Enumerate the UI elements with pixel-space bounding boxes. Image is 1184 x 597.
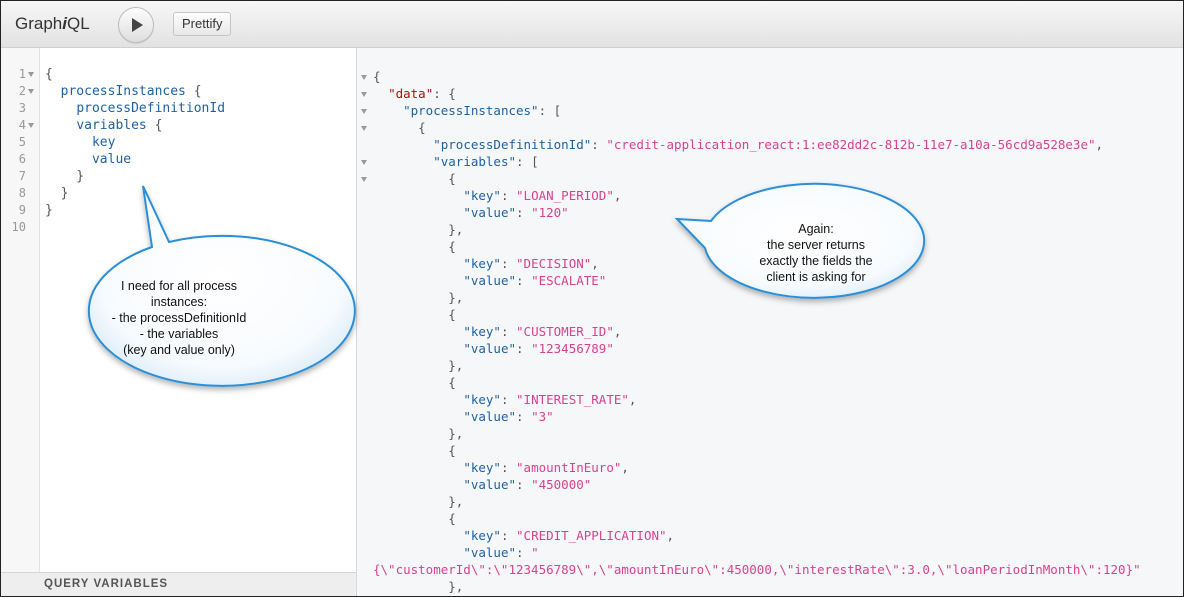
left-callout-text: I need for all process instances: - the …	[111, 279, 247, 357]
graphiql-window: GraphiQL Prettify 1 2 3 4 5 6 7 8 9 10 { processI…	[0, 0, 1184, 597]
right-callout-text: Again: the server returns exactly the fi…	[759, 222, 873, 284]
